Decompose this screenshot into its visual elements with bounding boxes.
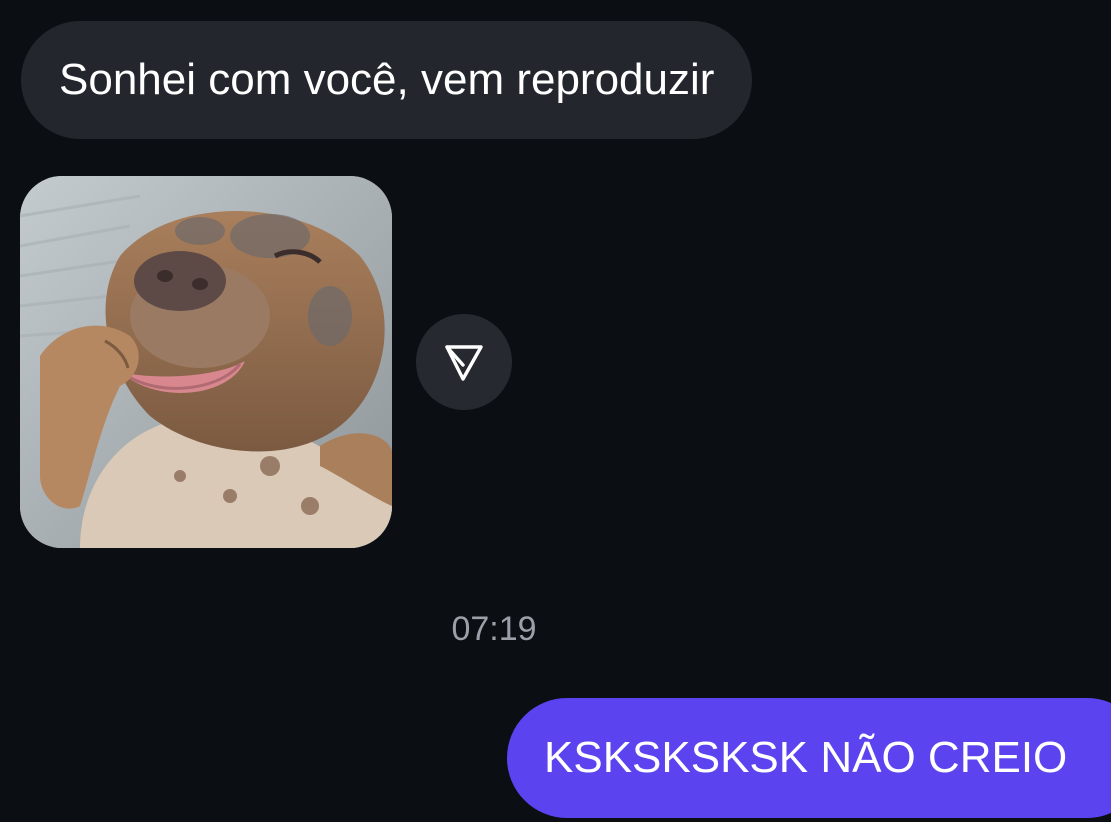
outgoing-message-text: KSKSKSKSK NÃO CREIO (544, 733, 1068, 782)
chat-thread: Sonhei com você, vem reproduzir 07:19 KS… (0, 0, 1111, 822)
incoming-message-text: Sonhei com você, vem reproduzir (59, 55, 715, 104)
incoming-message-bubble[interactable]: Sonhei com você, vem reproduzir (21, 21, 753, 139)
message-timestamp: 07:19 (451, 610, 537, 648)
outgoing-message-bubble[interactable]: KSKSKSKSK NÃO CREIO (507, 698, 1111, 818)
send-triangle-icon (445, 345, 483, 381)
incoming-media-image[interactable] (20, 176, 392, 548)
share-button[interactable] (416, 314, 512, 410)
dog-photo-icon (20, 176, 392, 548)
